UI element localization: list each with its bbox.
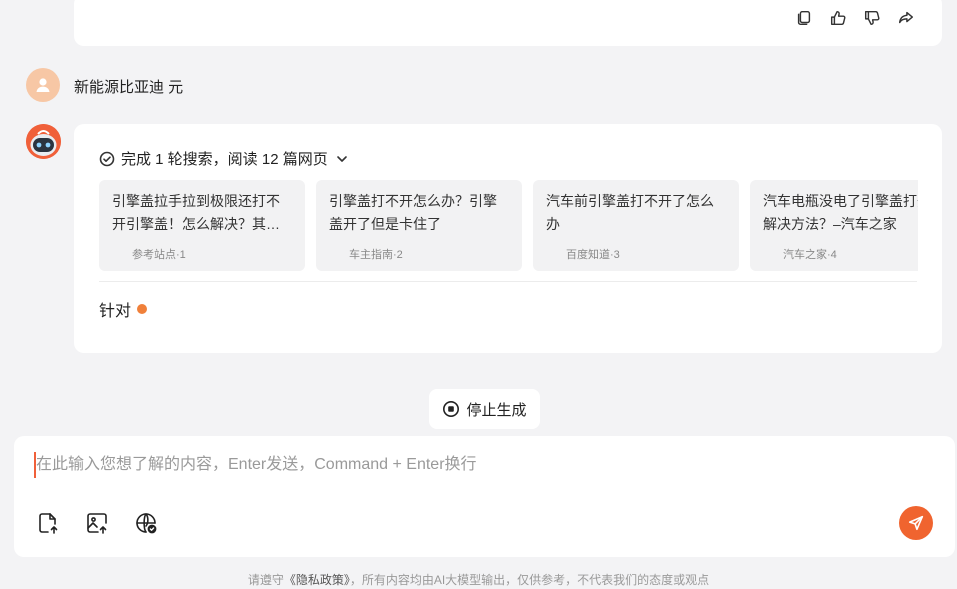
share-icon[interactable]: [896, 8, 916, 28]
reference-card[interactable]: 汽车电瓶没电了引擎盖打开解决方法？–汽车之家 汽车之家·4: [750, 180, 918, 271]
bot-avatar: [26, 124, 61, 159]
reference-title: 汽车电瓶没电了引擎盖打开解决方法？–汽车之家: [763, 193, 918, 232]
message-input[interactable]: [34, 452, 914, 478]
reference-card[interactable]: 引擎盖打不开怎么办？引擎盖开了但是卡住了 车主指南·2: [316, 180, 522, 271]
thumbs-down-icon[interactable]: [862, 8, 882, 28]
user-icon: [36, 78, 50, 92]
composer-tools: [36, 511, 160, 537]
previous-answer-card: [74, 0, 942, 46]
user-avatar: [26, 68, 60, 102]
chevron-down-icon: [336, 155, 347, 162]
web-search-icon[interactable]: [134, 511, 160, 537]
reference-list: 引擎盖拉手拉到极限还打不开引擎盖！怎么解决？其… 参考站点·1 引擎盖打不开怎么…: [99, 180, 918, 271]
reference-card[interactable]: 引擎盖拉手拉到极限还打不开引擎盖！怎么解决？其… 参考站点·1: [99, 180, 305, 271]
bot-answer-card: 完成 1 轮搜索，阅读 12 篇网页 引擎盖拉手拉到极限还打不开引擎盖！怎么解决…: [74, 124, 942, 353]
stop-generating-label: 停止生成: [466, 401, 527, 419]
reference-source: 百度知道·3: [566, 249, 620, 261]
send-icon: [908, 515, 924, 531]
stop-generating-button[interactable]: 停止生成: [429, 389, 540, 429]
search-summary-toggle[interactable]: 完成 1 轮搜索，阅读 12 篇网页: [99, 148, 350, 169]
composer: [14, 436, 955, 557]
thumbs-up-icon[interactable]: [828, 8, 848, 28]
upload-file-icon[interactable]: [36, 511, 62, 537]
footer-disclaimer: 请遵守《隐私政策》，所有内容均由AI大模型输出，仅供参考，不代表我们的态度或观点: [0, 571, 957, 588]
answer-stream: 针对: [99, 297, 148, 321]
answer-actions: [794, 8, 916, 28]
upload-image-icon[interactable]: [85, 511, 111, 537]
send-button[interactable]: [899, 506, 933, 540]
reference-source: 汽车之家·4: [783, 249, 837, 261]
divider: [99, 281, 917, 282]
reference-source: 参考站点·1: [132, 249, 186, 261]
copy-icon[interactable]: [794, 8, 814, 28]
footer-prefix: 请遵守: [247, 573, 284, 587]
reference-title: 引擎盖拉手拉到极限还打不开引擎盖！怎么解决？其…: [112, 193, 280, 232]
reference-title: 汽车前引擎盖打不开了怎么办: [546, 193, 714, 232]
robot-icon: [26, 124, 61, 159]
reference-source: 车主指南·2: [349, 249, 403, 261]
user-message-text: 新能源比亚迪 元: [74, 79, 184, 96]
answer-text: 针对: [99, 303, 132, 320]
footer-suffix: ，所有内容均由AI大模型输出，仅供参考，不代表我们的态度或观点: [349, 573, 710, 587]
reference-card[interactable]: 汽车前引擎盖打不开了怎么办 百度知道·3: [533, 180, 739, 271]
stop-icon: [443, 401, 460, 417]
privacy-policy-link[interactable]: 《隐私政策》: [284, 573, 350, 587]
check-circle-icon: [99, 151, 115, 166]
search-summary-text: 完成 1 轮搜索，阅读 12 篇网页: [121, 151, 328, 168]
typing-indicator: [137, 304, 148, 314]
reference-title: 引擎盖打不开怎么办？引擎盖开了但是卡住了: [329, 193, 497, 232]
